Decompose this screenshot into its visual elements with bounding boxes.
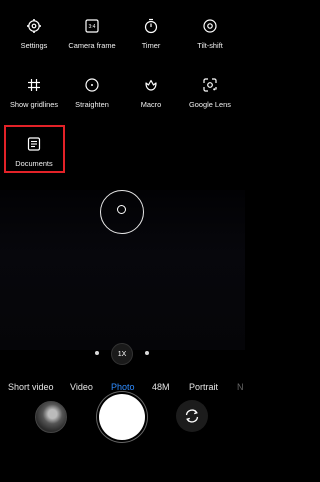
google-lens-icon xyxy=(203,78,217,92)
macro-flower-icon xyxy=(145,79,157,91)
tilt-shift-icon xyxy=(203,19,217,33)
gallery-thumbnail[interactable] xyxy=(35,401,67,433)
zoom-level-dot-right[interactable] xyxy=(145,351,149,355)
show-gridlines-button[interactable]: Show gridlines xyxy=(5,77,63,121)
straighten-button[interactable]: Straighten xyxy=(63,77,121,121)
settings-label: Settings xyxy=(20,41,48,50)
mode-video[interactable]: Video xyxy=(70,382,93,392)
timer-icon xyxy=(144,18,158,34)
mode-next[interactable]: N xyxy=(237,382,244,392)
settings-button[interactable]: Settings xyxy=(5,18,63,62)
documents-highlight-box xyxy=(4,125,65,173)
switch-camera-icon xyxy=(185,409,199,423)
zoom-1x-button[interactable]: 1X xyxy=(111,343,133,365)
gear-icon xyxy=(27,19,41,33)
zoom-label: 1X xyxy=(117,350,127,358)
zoom-level-dot-left[interactable] xyxy=(95,351,99,355)
camera-frame-button[interactable]: 3:4 Camera frame xyxy=(63,18,121,62)
macro-button[interactable]: Macro xyxy=(122,77,180,121)
timer-button[interactable]: Timer xyxy=(122,18,180,62)
show-gridlines-label: Show gridlines xyxy=(9,100,59,109)
mode-photo[interactable]: Photo xyxy=(111,382,135,392)
grid-icon xyxy=(28,79,40,91)
macro-label: Macro xyxy=(140,100,162,109)
aspect-ratio-text: 3:4 xyxy=(89,24,96,30)
aspect-ratio-icon: 3:4 xyxy=(85,19,99,33)
straighten-label: Straighten xyxy=(75,100,109,109)
quick-settings-row: Settings 3:4 Camera frame Timer Tilt-shi… xyxy=(0,18,245,78)
shutter-button[interactable] xyxy=(99,394,145,440)
mode-portrait[interactable]: Portrait xyxy=(189,382,218,392)
mode-48m[interactable]: 48M xyxy=(152,382,170,392)
tilt-shift-label: Tilt-shift xyxy=(197,41,223,50)
camera-frame-label: Camera frame xyxy=(68,41,116,50)
timer-label: Timer xyxy=(141,41,161,50)
straighten-icon xyxy=(85,78,99,92)
focus-center-dot xyxy=(117,205,126,214)
switch-camera-button[interactable] xyxy=(176,400,208,432)
google-lens-label: Google Lens xyxy=(189,100,231,109)
mode-short-video[interactable]: Short video xyxy=(8,382,54,392)
tilt-shift-button[interactable]: Tilt-shift xyxy=(181,18,239,62)
google-lens-button[interactable]: Google Lens xyxy=(181,77,239,121)
